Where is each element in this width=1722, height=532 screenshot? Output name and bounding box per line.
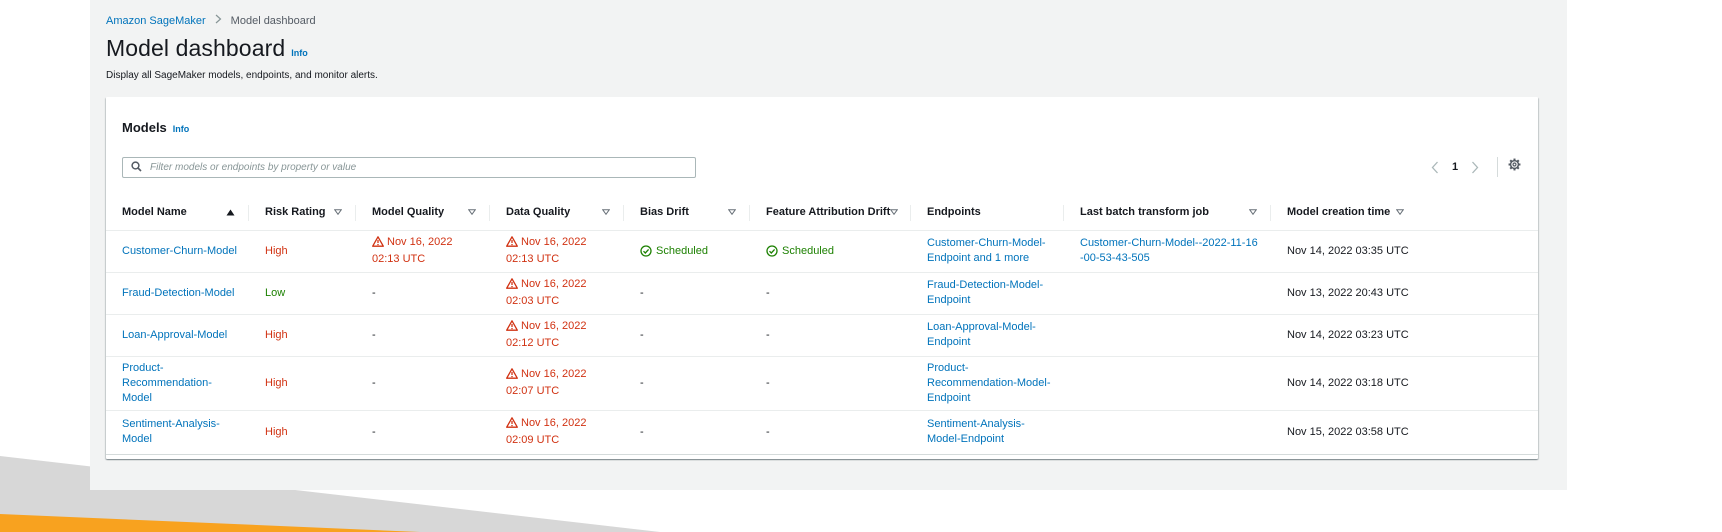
- table-row: Fraud-Detection-Model Low - Nov 16, 2022…: [106, 272, 1538, 315]
- endpoint-link[interactable]: Product-Recommendation-Model-Endpoint: [927, 362, 1051, 404]
- creation-time: Nov 14, 2022 03:35 UTC: [1287, 244, 1409, 257]
- risk-rating: High: [265, 244, 288, 257]
- feature-drift-value: -: [766, 376, 770, 389]
- model-name-link[interactable]: Product-Recommendation-Model: [122, 362, 212, 404]
- model-quality-value: -: [372, 286, 376, 299]
- pager-divider: [1497, 157, 1499, 177]
- model-name-link[interactable]: Fraud-Detection-Model: [122, 287, 235, 299]
- warning-icon: [372, 236, 384, 252]
- warning-icon: [506, 368, 518, 384]
- warning-icon: [506, 417, 518, 433]
- model-name-link[interactable]: Loan-Approval-Model: [122, 329, 227, 341]
- models-panel-title: Models: [122, 120, 167, 135]
- table-row: Loan-Approval-Model High - Nov 16, 2022 …: [106, 314, 1538, 357]
- warning-icon: [506, 320, 518, 336]
- endpoint-link[interactable]: Sentiment-Analysis-Model-Endpoint: [927, 418, 1025, 445]
- risk-rating: High: [265, 376, 288, 389]
- bias-drift-value: -: [640, 425, 644, 438]
- models-table: Model Name Risk Rating Model Quality Dat…: [106, 195, 1538, 455]
- gear-icon[interactable]: [1508, 158, 1521, 176]
- column-header-risk-rating[interactable]: Risk Rating: [249, 195, 356, 231]
- data-quality-alert[interactable]: Nov 16, 2022 02:03 UTC: [506, 277, 612, 309]
- page-header: Model dashboard Info: [106, 35, 308, 62]
- column-header-model-quality[interactable]: Model Quality: [356, 195, 490, 231]
- column-header-model-name[interactable]: Model Name: [106, 195, 249, 231]
- next-page-icon[interactable]: [1467, 161, 1483, 174]
- creation-time: Nov 14, 2022 03:23 UTC: [1287, 328, 1409, 341]
- table-row: Sentiment-Analysis-Model High - Nov 16, …: [106, 410, 1538, 455]
- column-header-feature-attribution-drift[interactable]: Feature Attribution Drift: [750, 195, 911, 231]
- sort-ascending-icon[interactable]: [226, 209, 235, 216]
- check-circle-icon: [766, 245, 778, 257]
- chevron-right-icon: [215, 14, 222, 27]
- warning-icon: [506, 278, 518, 294]
- feature-drift-status: Scheduled: [766, 244, 899, 259]
- risk-rating: High: [265, 328, 288, 341]
- sort-icon[interactable]: [602, 209, 610, 216]
- sort-icon[interactable]: [1396, 209, 1405, 216]
- page-description: Display all SageMaker models, endpoints,…: [106, 70, 378, 81]
- sort-icon[interactable]: [468, 209, 476, 216]
- breadcrumb: Amazon SageMaker Model dashboard: [106, 14, 316, 27]
- creation-time: Nov 13, 2022 20:43 UTC: [1287, 286, 1409, 299]
- warning-icon: [506, 236, 518, 252]
- endpoint-link[interactable]: Customer-Churn-Model-Endpoint and 1 more: [927, 237, 1046, 264]
- model-quality-value: -: [372, 425, 376, 438]
- sort-icon[interactable]: [334, 209, 342, 216]
- bias-drift-status: Scheduled: [640, 244, 738, 259]
- model-quality-value: -: [372, 328, 376, 341]
- batch-job-link[interactable]: Customer-Churn-Model--2022-11-16-00-53-4…: [1080, 237, 1258, 264]
- console-window: Amazon SageMaker Model dashboard Model d…: [90, 0, 1567, 490]
- breadcrumb-current: Model dashboard: [230, 14, 316, 27]
- filter-input[interactable]: [148, 161, 672, 174]
- risk-rating: Low: [265, 286, 286, 299]
- risk-rating: High: [265, 425, 288, 438]
- endpoint-link[interactable]: Fraud-Detection-Model-Endpoint: [927, 279, 1043, 306]
- feature-drift-value: -: [766, 425, 770, 438]
- column-header-endpoints: Endpoints: [911, 195, 1064, 231]
- sort-icon[interactable]: [728, 209, 736, 216]
- breadcrumb-sagemaker-link[interactable]: Amazon SageMaker: [106, 15, 206, 27]
- data-quality-alert[interactable]: Nov 16, 2022 02:12 UTC: [506, 319, 612, 351]
- model-name-link[interactable]: Sentiment-Analysis-Model: [122, 418, 220, 445]
- column-header-bias-drift[interactable]: Bias Drift: [624, 195, 750, 231]
- filter-search: [122, 157, 696, 178]
- feature-drift-value: -: [766, 286, 770, 299]
- sort-icon[interactable]: [890, 209, 899, 216]
- previous-page-icon[interactable]: [1427, 161, 1443, 174]
- search-icon: [131, 159, 142, 177]
- column-header-model-creation-time[interactable]: Model creation time: [1271, 195, 1538, 231]
- creation-time: Nov 15, 2022 03:58 UTC: [1287, 425, 1409, 438]
- column-header-last-batch-transform-job[interactable]: Last batch transform job: [1064, 195, 1271, 231]
- bias-drift-value: -: [640, 328, 644, 341]
- data-quality-alert[interactable]: Nov 16, 2022 02:09 UTC: [506, 416, 612, 448]
- data-quality-alert[interactable]: Nov 16, 2022 02:13 UTC: [506, 235, 612, 267]
- bias-drift-value: -: [640, 376, 644, 389]
- page-number[interactable]: 1: [1452, 161, 1458, 173]
- page-info-link[interactable]: Info: [291, 48, 308, 58]
- feature-drift-value: -: [766, 328, 770, 341]
- table-row: Product-Recommendation-Model High - Nov …: [106, 356, 1538, 411]
- model-quality-alert[interactable]: Nov 16, 2022 02:13 UTC: [372, 235, 478, 267]
- bias-drift-value: -: [640, 286, 644, 299]
- column-header-data-quality[interactable]: Data Quality: [490, 195, 624, 231]
- sort-icon[interactable]: [1249, 209, 1257, 216]
- table-row: Customer-Churn-Model High Nov 16, 2022 0…: [106, 230, 1538, 273]
- creation-time: Nov 14, 2022 03:18 UTC: [1287, 376, 1409, 389]
- models-panel-header: Models Info: [122, 120, 189, 135]
- models-panel: Models Info 1: [106, 97, 1538, 459]
- data-quality-alert[interactable]: Nov 16, 2022 02:07 UTC: [506, 367, 612, 399]
- page-title: Model dashboard: [106, 35, 286, 61]
- model-quality-value: -: [372, 376, 376, 389]
- table-header-row: Model Name Risk Rating Model Quality Dat…: [106, 195, 1538, 231]
- endpoint-link[interactable]: Loan-Approval-Model-Endpoint: [927, 321, 1036, 348]
- model-name-link[interactable]: Customer-Churn-Model: [122, 245, 237, 257]
- pagination: 1: [1427, 156, 1521, 178]
- check-circle-icon: [640, 245, 652, 257]
- models-info-link[interactable]: Info: [173, 124, 190, 134]
